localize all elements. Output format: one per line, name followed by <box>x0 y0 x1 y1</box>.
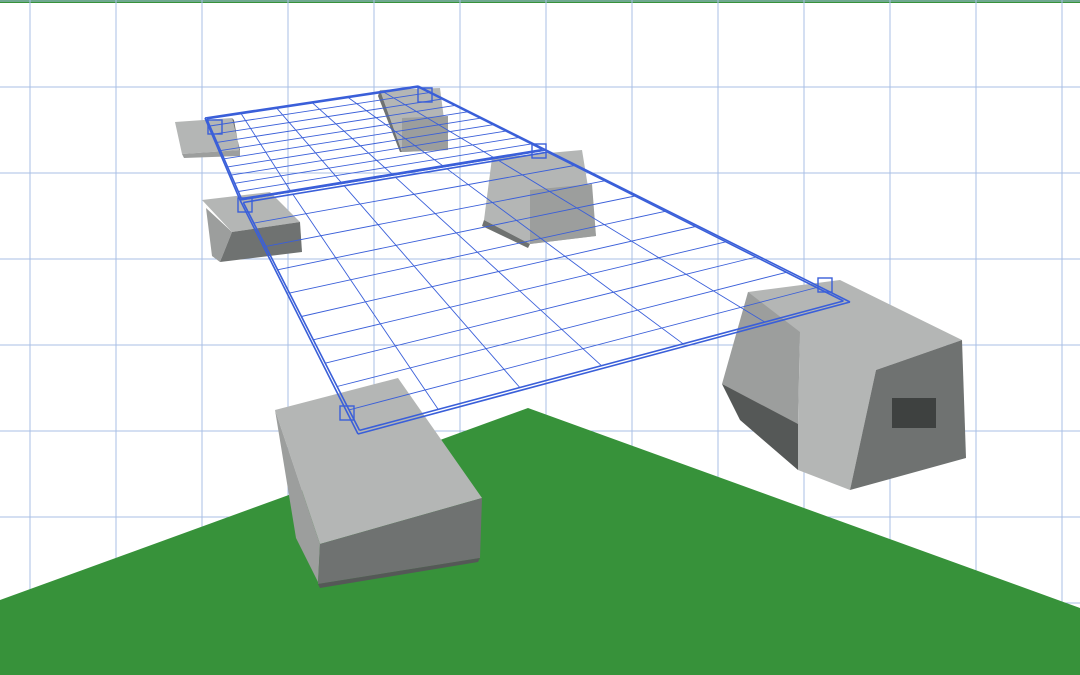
panel-cell-line <box>325 256 757 364</box>
ballast-block-middle-center <box>482 150 596 248</box>
scene-svg <box>0 0 1080 675</box>
solar-mount-illustration <box>0 0 1080 675</box>
panel-cell-line <box>238 143 532 192</box>
panel-cell-line <box>301 226 696 317</box>
panel-cell-line <box>231 130 506 176</box>
panel-cell-line <box>313 241 727 341</box>
panel-cell-line <box>336 271 787 387</box>
vent-opening <box>892 398 936 428</box>
ballast-block-front-right <box>722 280 966 490</box>
panel-cell-line <box>289 210 666 294</box>
panel-cell-line <box>227 124 494 168</box>
